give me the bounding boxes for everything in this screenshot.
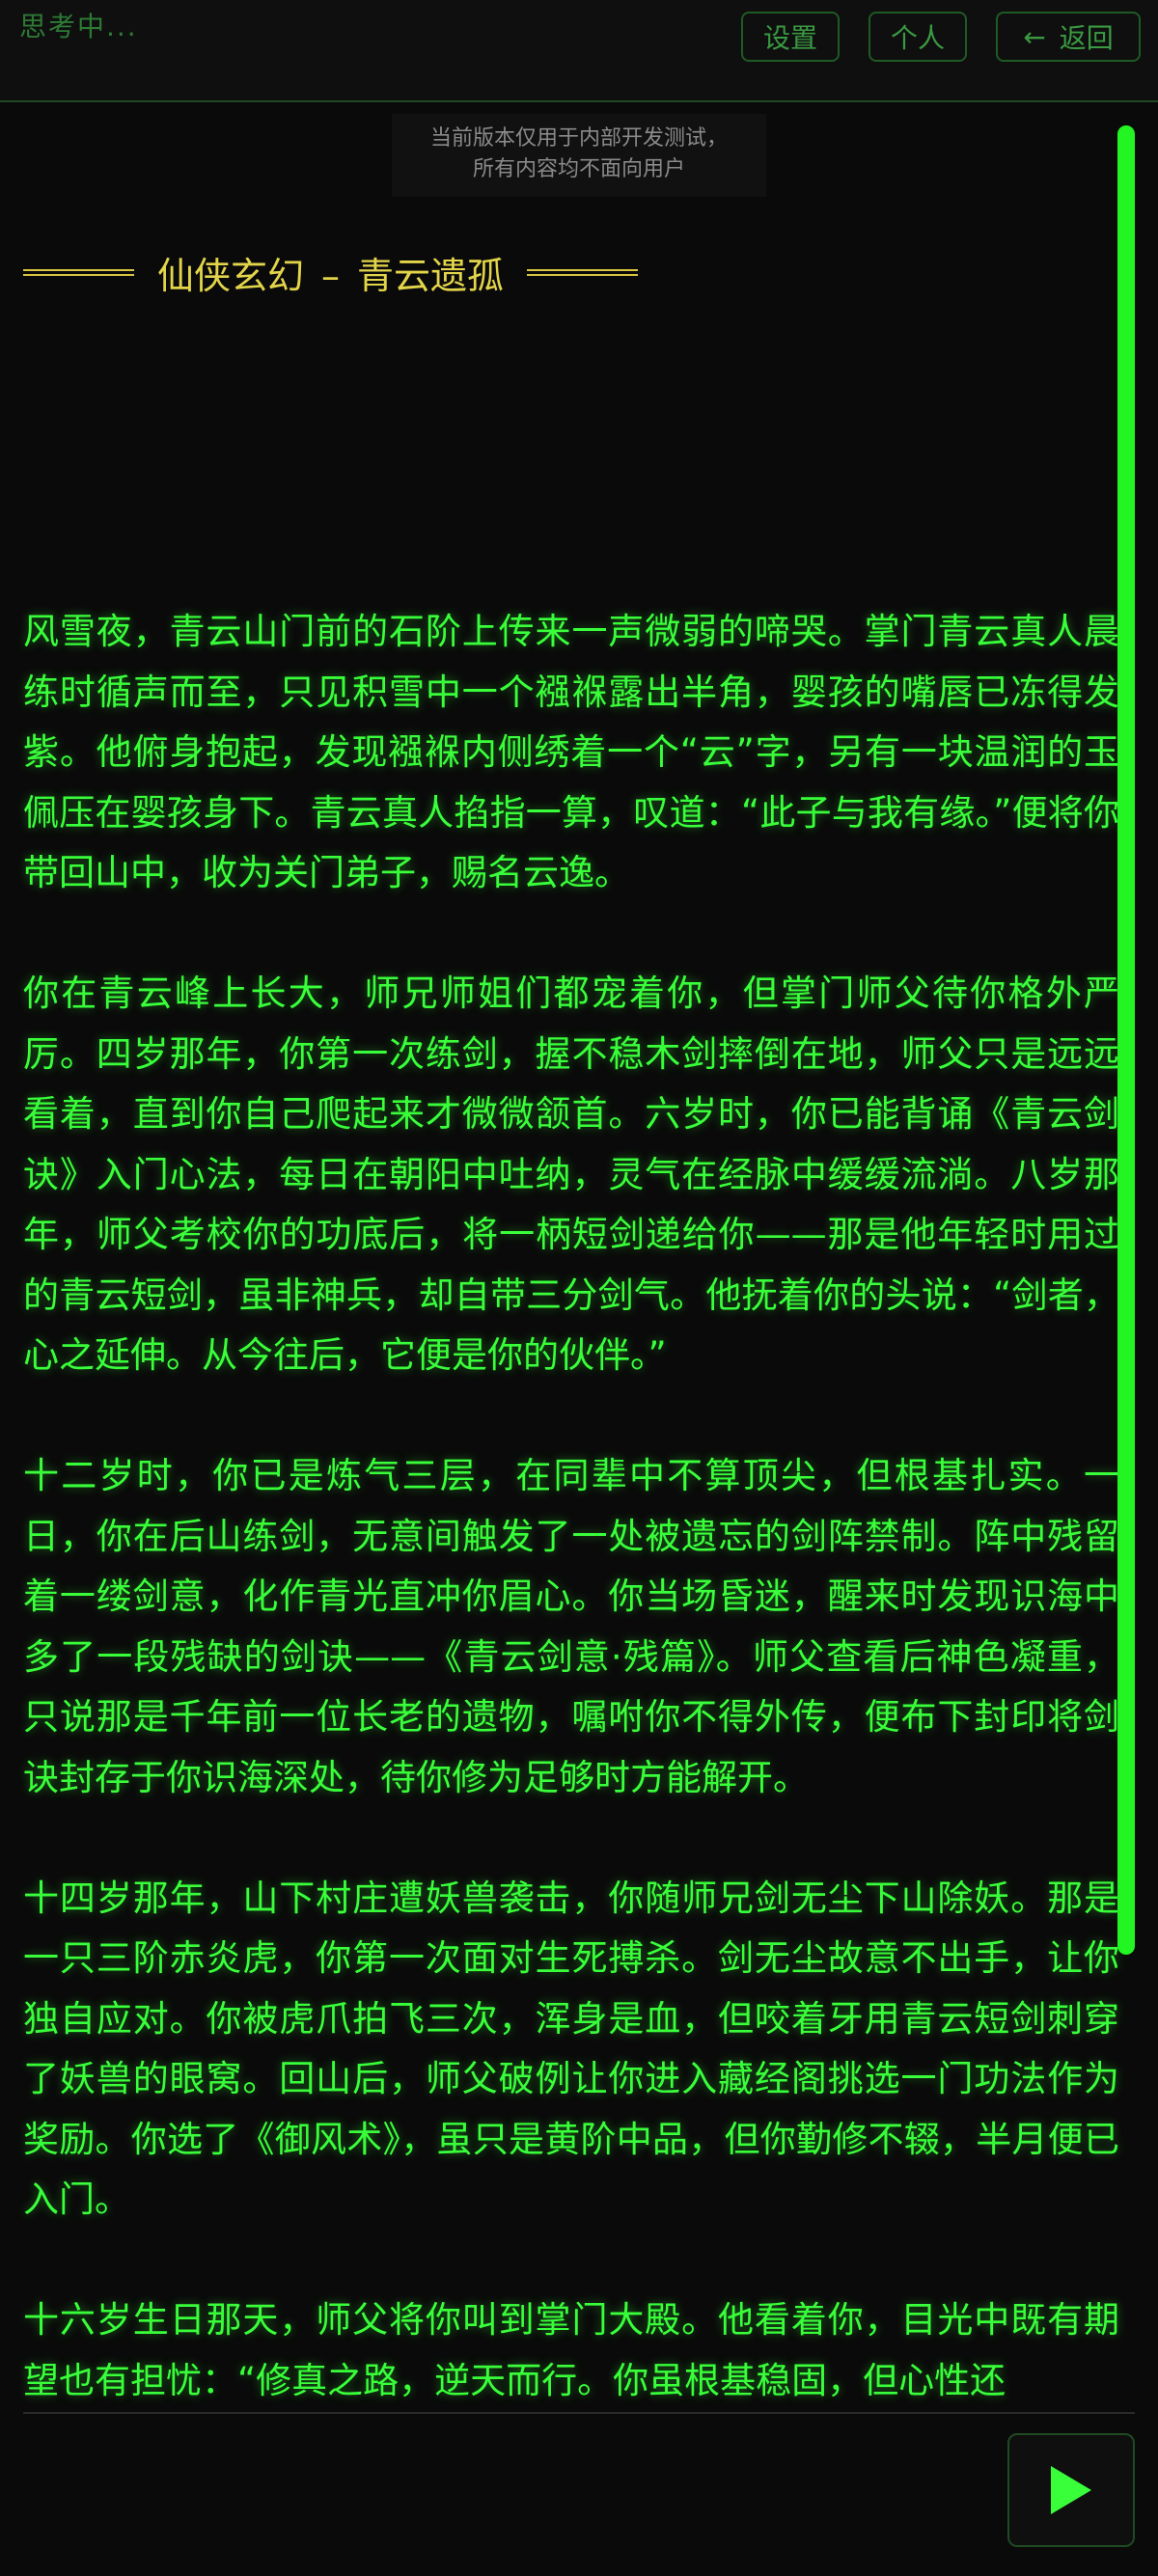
profile-button[interactable]: 个人 (868, 12, 967, 62)
story-name: 青云遗孤 (357, 254, 505, 297)
dev-notice-line-2: 所有内容均不面向用户 (472, 157, 685, 181)
back-button[interactable]: ← 返回 (996, 12, 1141, 62)
story-paragraph: 十四岁那年，山下村庄遭妖兽袭击，你随师兄剑无尘下山除妖。那是一只三阶赤炎虎，你第… (23, 1877, 1119, 2221)
title-text: 仙侠玄幻 – 青云遗孤 (157, 246, 504, 299)
title-separator: – (321, 254, 341, 297)
story-paragraph: 十二岁时，你已是炼气三层，在同辈中不算顶尖，但根基扎实。一日，你在后山练剑，无意… (23, 1455, 1119, 1798)
story-genre: 仙侠玄幻 (157, 254, 305, 297)
back-button-label: 返回 (1059, 22, 1114, 54)
play-button[interactable] (1007, 2433, 1135, 2547)
dev-notice-line-1: 当前版本仅用于内部开发测试， (429, 126, 728, 151)
story-text: 风雪夜，青云山门前的石阶上传来一声微弱的啼哭。掌门青云真人晨练时循声而至，只见积… (23, 602, 1119, 2472)
divider (23, 2412, 1135, 2414)
settings-button[interactable]: 设置 (741, 12, 840, 62)
story-paragraph: 你在青云峰上长大，师兄师姐们都宠着你，但掌门师父待你格外严厉。四岁那年，你第一次… (23, 973, 1119, 1376)
play-icon (1051, 2466, 1091, 2514)
top-bar: 思考中... 设置 个人 ← 返回 (0, 0, 1158, 102)
title-decoration-left (23, 268, 134, 276)
back-arrow-icon: ← (1023, 20, 1046, 53)
title-decoration-right (527, 268, 639, 276)
thinking-status: 思考中... (19, 11, 138, 42)
story-paragraph: 十六岁生日那天，师父将你叫到掌门大殿。他看着你，目光中既有期望也有担忧：“修真之… (23, 2299, 1119, 2401)
story-paragraph: 风雪夜，青云山门前的石阶上传来一声微弱的啼哭。掌门青云真人晨练时循声而至，只见积… (23, 611, 1119, 893)
scrollbar-thumb[interactable] (1117, 125, 1135, 1955)
dev-notice: 当前版本仅用于内部开发测试， 所有内容均不面向用户 (392, 114, 766, 197)
story-title: 仙侠玄幻 – 青云遗孤 (23, 245, 665, 299)
bottom-bar (0, 2412, 1158, 2576)
